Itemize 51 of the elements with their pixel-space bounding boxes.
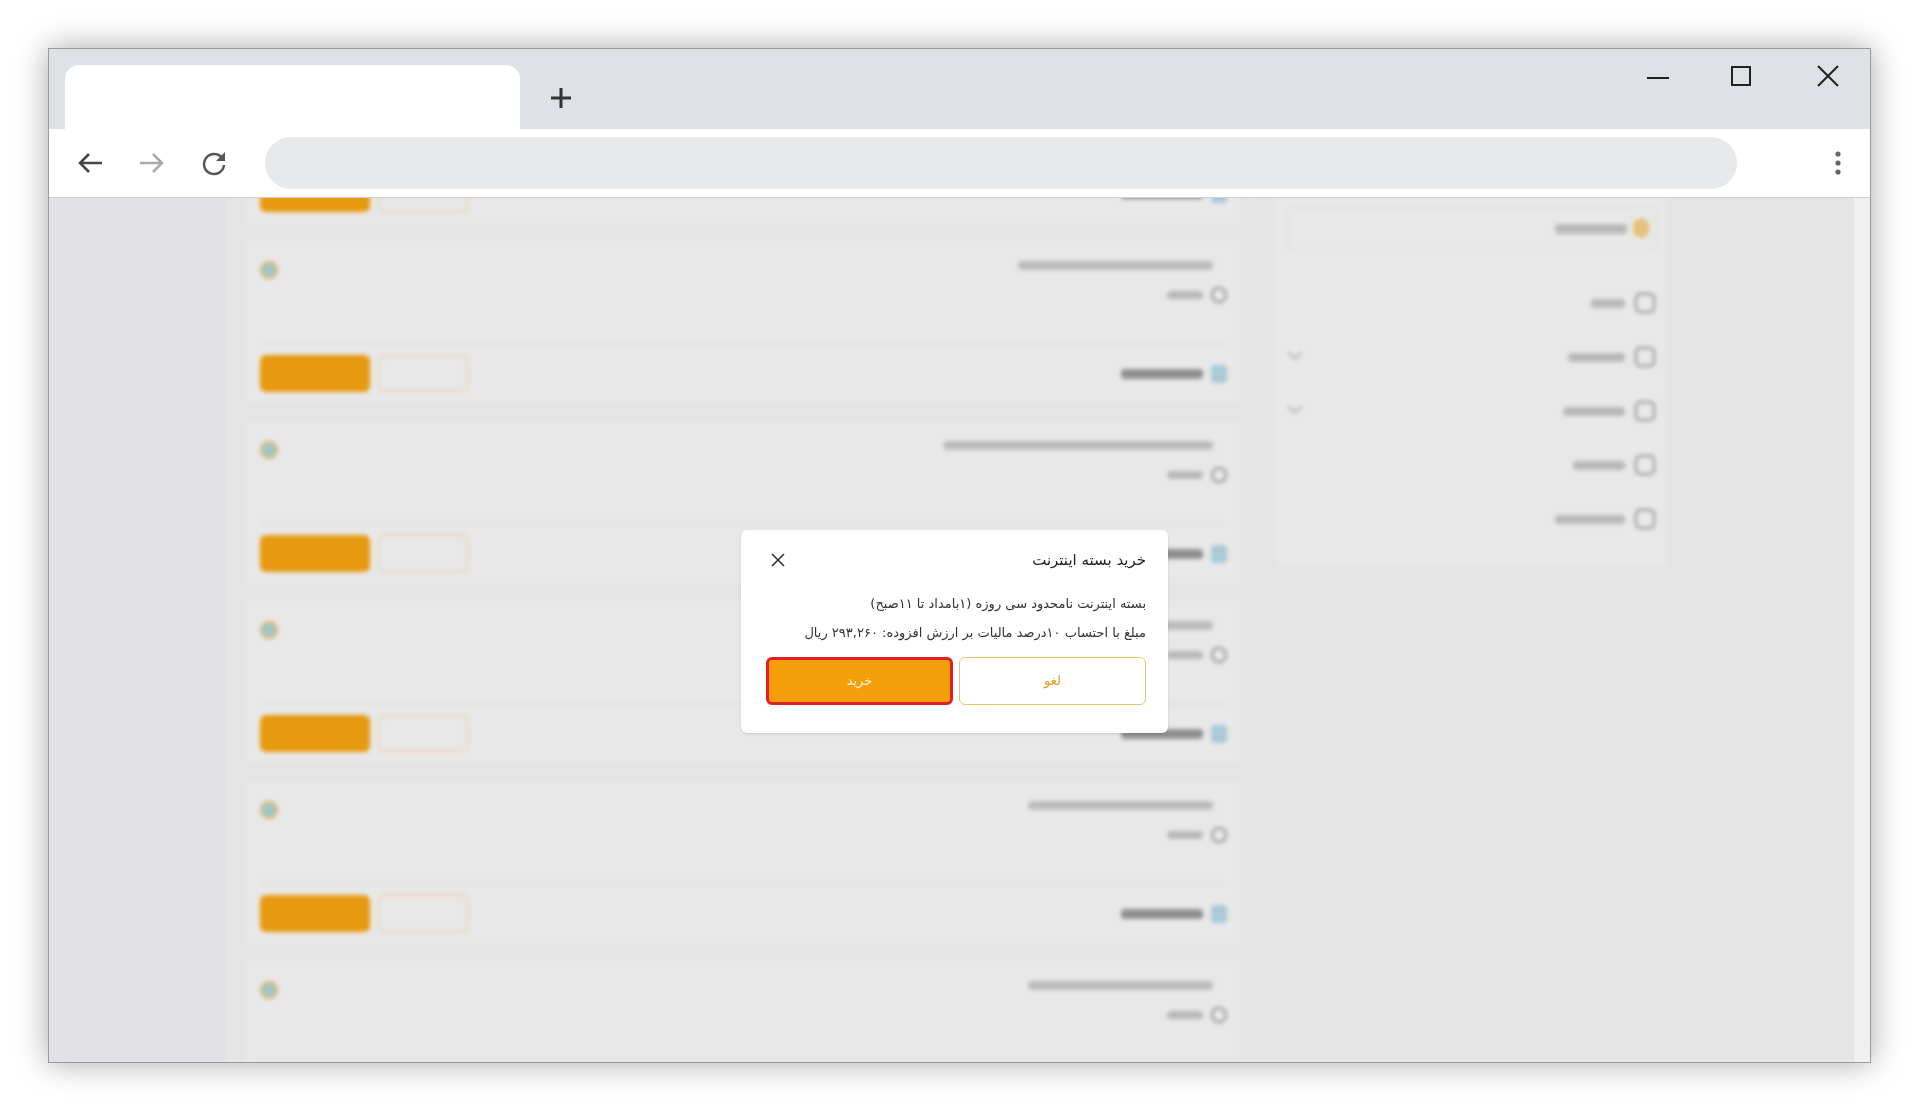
menu-item-icon	[1635, 509, 1655, 529]
logo-icon	[260, 621, 278, 639]
logo-icon	[260, 441, 278, 459]
blurred-text	[1167, 291, 1203, 299]
reload-icon[interactable]	[201, 150, 227, 176]
wallet-icon	[1211, 725, 1227, 743]
browser-tab[interactable]	[65, 65, 520, 129]
menu-item-icon	[1635, 293, 1655, 313]
back-arrow-icon[interactable]	[77, 152, 103, 174]
dialog-button[interactable]: خرید	[766, 656, 953, 705]
clock-icon	[1211, 827, 1227, 843]
logo-icon	[260, 801, 278, 819]
forward-arrow-icon[interactable]	[139, 152, 165, 174]
pay-button[interactable]	[260, 895, 370, 932]
dialog-title: خرید بسته اینترنت	[1032, 550, 1146, 571]
maximize-icon[interactable]	[1731, 66, 1751, 86]
blurred-text	[1167, 831, 1203, 839]
blurred-text	[1567, 353, 1625, 362]
menu-item-icon	[1635, 455, 1655, 475]
blurred-text	[1555, 224, 1627, 234]
avatar-icon	[1633, 218, 1649, 238]
pay-button[interactable]	[260, 715, 370, 752]
blurred-text	[1167, 471, 1203, 479]
clock-icon	[1211, 287, 1227, 303]
blurred-text	[1591, 299, 1625, 308]
blurred-text	[1167, 1011, 1203, 1019]
new-tab-icon[interactable]	[550, 87, 572, 109]
dialog-button[interactable]: لغو	[959, 656, 1146, 705]
blurred-text	[1554, 515, 1625, 524]
pay-button[interactable]	[260, 355, 370, 392]
wallet-icon	[1211, 545, 1227, 563]
clock-icon	[1211, 647, 1227, 663]
menu-item-icon	[1635, 401, 1655, 421]
logo-icon	[260, 261, 278, 279]
clock-icon	[1211, 1007, 1227, 1023]
dialog-text: بسته اینترنت نامحدود سی روزه (۱بامداد تا ۱۱صبح)	[869, 594, 1146, 613]
blurred-text	[1562, 407, 1625, 416]
pay-button[interactable]	[260, 535, 370, 572]
logo-icon	[260, 981, 278, 999]
close-icon[interactable]	[771, 553, 785, 568]
blurred-text	[1167, 651, 1203, 659]
clock-icon	[1211, 467, 1227, 483]
blurred-text	[1573, 461, 1625, 470]
wallet-icon	[1211, 905, 1227, 923]
user-card[interactable]	[1288, 207, 1658, 251]
menu-item-icon	[1635, 347, 1655, 367]
wallet-icon	[1211, 365, 1227, 383]
dialog-text: مبلغ با احتساب ۱۰درصد مالیات بر ارزش افزوده: ۲۹۳,۲۶۰ ریال	[803, 624, 1146, 643]
minimize-icon[interactable]	[1647, 76, 1669, 80]
close-icon[interactable]	[1817, 65, 1839, 87]
menu-icon[interactable]	[1835, 151, 1841, 175]
